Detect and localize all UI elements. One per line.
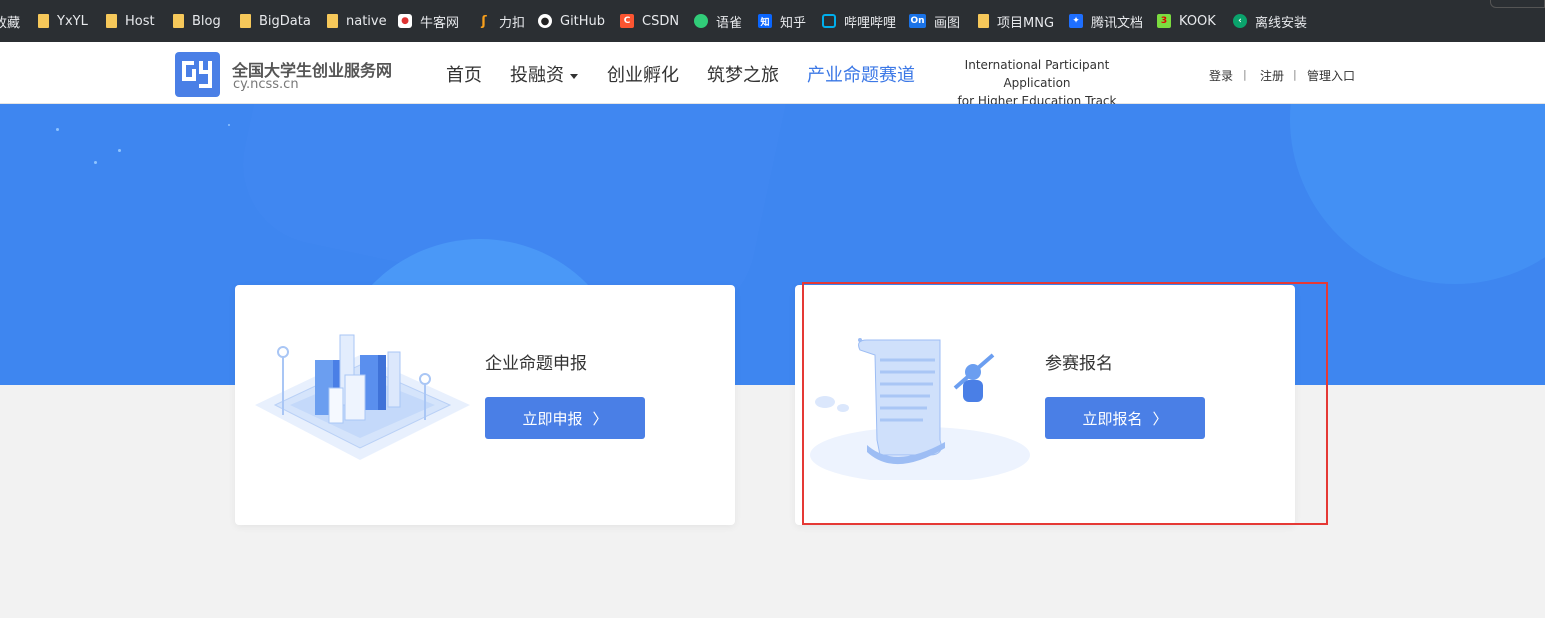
bookmark-nowcoder[interactable]: ● 牛客网	[398, 0, 459, 42]
folder-icon	[106, 14, 117, 28]
bookmark-project-mng[interactable]: 项目MNG	[978, 0, 1054, 42]
bookmark-label: CSDN	[642, 13, 680, 29]
nav-industry-track[interactable]: 产业命题赛道	[807, 61, 915, 87]
site-domain: cy.ncss.cn	[233, 77, 299, 92]
bookmark-tencent-docs[interactable]: ✦ 腾讯文档	[1069, 0, 1143, 42]
leetcode-icon: ʃ	[481, 13, 487, 29]
card-registration: 参赛报名 立即报名〉	[795, 285, 1295, 525]
button-label: 立即报名	[1082, 409, 1143, 428]
separator: |	[1293, 68, 1297, 81]
chevron-right-icon: 〉	[1152, 409, 1168, 428]
bookmark-bigdata[interactable]: BigData	[240, 0, 311, 42]
folder-icon	[327, 14, 338, 28]
nav-dream-journey[interactable]: 筑梦之旅	[707, 61, 779, 87]
bookmark-label: BigData	[259, 13, 311, 29]
card-title: 企业命题申报	[485, 354, 587, 374]
offline-install-icon: ‹	[1233, 14, 1247, 28]
button-label: 立即申报	[522, 409, 583, 428]
intl-line1: International Participant Application	[964, 58, 1110, 90]
yuque-icon	[694, 14, 708, 28]
bookmark-label: native	[346, 13, 387, 29]
bookmark-yuque[interactable]: 语雀	[694, 0, 742, 42]
chevron-right-icon: 〉	[592, 409, 608, 428]
folder-icon	[240, 14, 251, 28]
tencent-docs-icon: ✦	[1069, 14, 1083, 28]
bookmark-kook[interactable]: 3 KOOK	[1157, 0, 1216, 42]
folder-icon	[173, 14, 184, 28]
decor-dot	[94, 161, 97, 164]
bookmark-label: KOOK	[1179, 13, 1216, 29]
folder-icon	[38, 14, 49, 28]
bookmark-label: 知乎	[780, 15, 807, 31]
bookmark-label: 力扣	[499, 15, 526, 31]
bookmark-bilibili[interactable]: 哔哩哔哩	[822, 0, 896, 42]
csdn-icon: C	[620, 14, 634, 28]
bookmark-favorites[interactable]: 收藏	[0, 0, 20, 42]
card-enterprise-topic: 企业命题申报 立即申报〉	[235, 285, 735, 525]
nav-home[interactable]: 首页	[446, 61, 482, 87]
admin-link[interactable]: 管理入口	[1307, 67, 1355, 84]
card-title: 参赛报名	[1045, 354, 1113, 374]
github-icon: ●	[538, 14, 552, 28]
register-now-button[interactable]: 立即报名〉	[1045, 397, 1205, 439]
bookmark-blog[interactable]: Blog	[173, 0, 221, 42]
site-logo-icon[interactable]	[175, 52, 220, 97]
bookmark-label: Blog	[192, 13, 221, 29]
bookmark-github[interactable]: ● GitHub	[538, 0, 605, 42]
nav-investment[interactable]: 投融资	[510, 61, 578, 87]
bookmark-label: GitHub	[560, 13, 606, 29]
nav-investment-label: 投融资	[510, 65, 564, 86]
folder-icon	[978, 14, 989, 28]
bookmark-native[interactable]: native	[327, 0, 387, 42]
processon-icon: On	[909, 14, 926, 28]
submit-topic-button[interactable]: 立即申报〉	[485, 397, 645, 439]
bookmark-leetcode[interactable]: ʃ 力扣	[477, 0, 525, 42]
login-link[interactable]: 登录	[1209, 67, 1233, 84]
bookmark-label: 画图	[934, 15, 961, 31]
nowcoder-icon: ●	[398, 14, 412, 28]
kook-icon: 3	[1157, 14, 1171, 28]
bookmark-label: 收藏	[0, 15, 21, 31]
bookmark-label: 哔哩哔哩	[844, 15, 897, 31]
bookmark-processon[interactable]: On 画图	[909, 0, 960, 42]
zhihu-icon: 知	[758, 14, 772, 28]
intl-application-link[interactable]: International Participant Application fo…	[936, 56, 1138, 110]
bookmark-label: 离线安装	[1255, 15, 1308, 31]
bookmark-host[interactable]: Host	[106, 0, 155, 42]
city-buildings-icon	[255, 334, 470, 460]
decor-dot	[56, 128, 59, 131]
bookmark-zhihu[interactable]: 知知乎	[758, 0, 806, 42]
bookmark-label: 腾讯文档	[1091, 15, 1144, 31]
chevron-down-icon	[570, 73, 578, 79]
bookmark-yxyl[interactable]: YxYL	[38, 0, 88, 42]
bookmark-csdn[interactable]: C CSDN	[620, 0, 679, 42]
window-edge	[1490, 0, 1545, 8]
bilibili-icon	[822, 14, 836, 28]
decor-dot	[228, 124, 230, 126]
bookmark-label: 语雀	[716, 15, 743, 31]
hero-banner	[0, 104, 1545, 385]
separator: |	[1243, 68, 1247, 81]
bookmark-label: 项目MNG	[997, 15, 1055, 31]
register-link[interactable]: 注册	[1260, 67, 1284, 84]
bookmark-offline-install[interactable]: ‹ 离线安装	[1233, 0, 1307, 42]
decor-circle	[1290, 104, 1545, 284]
site-header: 全国大学生创业服务网 cy.ncss.cn 首页 投融资 创业孵化 筑梦之旅 产…	[0, 42, 1545, 108]
bookmark-label: 牛客网	[420, 15, 460, 31]
bookmark-label: Host	[125, 13, 155, 29]
decor-dot	[118, 149, 121, 152]
bookmark-label: YxYL	[57, 13, 88, 29]
scroll-registration-icon	[810, 338, 1030, 480]
nav-incubation[interactable]: 创业孵化	[607, 61, 679, 87]
bookmarks-bar: 收藏 YxYL Host Blog BigData native ● 牛客网 ʃ力…	[0, 0, 1545, 42]
